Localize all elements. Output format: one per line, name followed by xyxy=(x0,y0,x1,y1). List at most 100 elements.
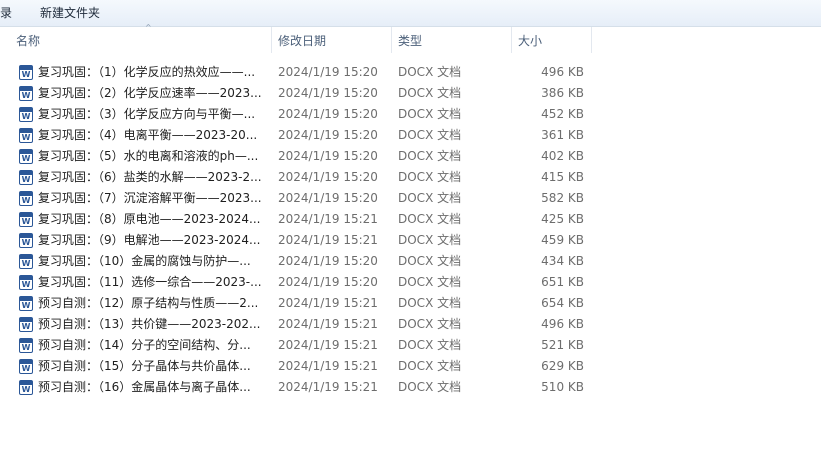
file-type: DOCX 文档 xyxy=(398,149,462,163)
file-name: 预习自测：（13）共价键——2023-202... xyxy=(38,317,261,331)
file-list: W 复习巩固：（1）化学反应的热效应——... 2024/1/19 15:20 DOC… xyxy=(0,62,821,398)
column-header-name[interactable]: 名称 ^ xyxy=(10,23,272,53)
file-row[interactable]: W 复习巩固：（10）金属的腐蚀与防护—... 2024/1/19 15:20 DOC… xyxy=(0,251,821,272)
file-type: DOCX 文档 xyxy=(398,359,462,373)
word-document-icon-letter: W xyxy=(21,133,31,142)
word-document-icon-letter: W xyxy=(21,196,31,205)
file-type: DOCX 文档 xyxy=(398,296,462,310)
word-document-icon: W xyxy=(19,170,33,185)
word-document-icon-letter: W xyxy=(21,217,31,226)
file-name: 复习巩固：（6）盐类的水解——2023-2... xyxy=(38,170,262,184)
word-document-icon-letter: W xyxy=(21,91,31,100)
file-size: 425 KB xyxy=(541,212,584,226)
word-document-icon-letter: W xyxy=(21,112,31,121)
word-document-icon: W xyxy=(19,149,33,164)
file-row[interactable]: W 预习自测：（14）分子的空间结构、分... 2024/1/19 15:21 DOC… xyxy=(0,335,821,356)
file-date: 2024/1/19 15:21 xyxy=(278,233,378,247)
word-document-icon: W xyxy=(19,275,33,290)
file-type: DOCX 文档 xyxy=(398,233,462,247)
word-document-icon: W xyxy=(19,254,33,269)
file-row[interactable]: W 复习巩固：（7）沉淀溶解平衡——2023... 2024/1/19 15:20 D… xyxy=(0,188,821,209)
word-document-icon: W xyxy=(19,107,33,122)
word-document-icon-letter: W xyxy=(21,364,31,373)
word-document-icon-letter: W xyxy=(21,280,31,289)
word-document-icon-letter: W xyxy=(21,343,31,352)
file-date: 2024/1/19 15:20 xyxy=(278,107,378,121)
file-size: 496 KB xyxy=(541,65,584,79)
word-document-icon: W xyxy=(19,65,33,80)
file-name: 复习巩固：（7）沉淀溶解平衡——2023... xyxy=(38,191,262,205)
file-row[interactable]: W 复习巩固：（6）盐类的水解——2023-2... 2024/1/19 15:20… xyxy=(0,167,821,188)
file-size: 629 KB xyxy=(541,359,584,373)
word-document-icon-letter: W xyxy=(21,70,31,79)
file-row[interactable]: W 预习自测：（13）共价键——2023-202... 2024/1/19 15:2… xyxy=(0,314,821,335)
file-size: 510 KB xyxy=(541,380,584,394)
file-row[interactable]: W 复习巩固：（5）水的电离和溶液的ph—... 2024/1/19 15:20 DO… xyxy=(0,146,821,167)
file-type: DOCX 文档 xyxy=(398,107,462,121)
file-name: 预习自测：（15）分子晶体与共价晶体... xyxy=(38,359,251,373)
file-row[interactable]: W 预习自测：（16）金属晶体与离子晶体... 2024/1/19 15:21 DOC… xyxy=(0,377,821,398)
column-header-type[interactable]: 类型 xyxy=(392,27,512,53)
file-name: 复习巩固：（1）化学反应的热效应——... xyxy=(38,65,256,79)
sort-ascending-icon: ^ xyxy=(145,23,152,32)
new-folder-button[interactable]: 新建文件夹 xyxy=(40,4,100,22)
column-header-date[interactable]: 修改日期 xyxy=(272,27,392,53)
file-name: 复习巩固：（10）金属的腐蚀与防护—... xyxy=(38,254,251,268)
file-row[interactable]: W 预习自测：（12）原子结构与性质——2... 2024/1/19 15:21 DO… xyxy=(0,293,821,314)
file-type: DOCX 文档 xyxy=(398,65,462,79)
file-type: DOCX 文档 xyxy=(398,191,462,205)
word-document-icon: W xyxy=(19,212,33,227)
file-date: 2024/1/19 15:21 xyxy=(278,317,378,331)
word-document-icon-letter: W xyxy=(21,301,31,310)
file-row[interactable]: W 复习巩固：（4）电离平衡——2023-20... 2024/1/19 15:20… xyxy=(0,125,821,146)
word-document-icon-letter: W xyxy=(21,238,31,247)
word-document-icon: W xyxy=(19,296,33,311)
column-header-size[interactable]: 大小 xyxy=(512,27,592,53)
word-document-icon: W xyxy=(19,359,33,374)
file-type: DOCX 文档 xyxy=(398,275,462,289)
file-row[interactable]: W 预习自测：（15）分子晶体与共价晶体... 2024/1/19 15:21 DOC… xyxy=(0,356,821,377)
file-name: 复习巩固：（4）电离平衡——2023-20... xyxy=(38,128,258,142)
file-size: 521 KB xyxy=(541,338,584,352)
file-type: DOCX 文档 xyxy=(398,212,462,226)
file-date: 2024/1/19 15:20 xyxy=(278,65,378,79)
file-row[interactable]: W 复习巩固：（9）电解池——2023-2024... 2024/1/19 15:2… xyxy=(0,230,821,251)
file-size: 452 KB xyxy=(541,107,584,121)
toolbar: 录 新建文件夹 xyxy=(0,0,821,27)
word-document-icon: W xyxy=(19,191,33,206)
column-header-size-label: 大小 xyxy=(518,34,543,48)
word-document-icon-letter: W xyxy=(21,385,31,394)
file-row[interactable]: W 复习巩固：（1）化学反应的热效应——... 2024/1/19 15:20 DOC… xyxy=(0,62,821,83)
file-row[interactable]: W 复习巩固：（8）原电池——2023-2024... 2024/1/19 15:2… xyxy=(0,209,821,230)
file-name: 预习自测：（16）金属晶体与离子晶体... xyxy=(38,380,251,394)
file-row[interactable]: W 复习巩固：（2）化学反应速率——2023... 2024/1/19 15:20 D… xyxy=(0,83,821,104)
burn-menu-item[interactable]: 录 xyxy=(0,4,12,22)
file-type: DOCX 文档 xyxy=(398,86,462,100)
file-date: 2024/1/19 15:20 xyxy=(278,170,378,184)
word-document-icon-letter: W xyxy=(21,175,31,184)
file-row[interactable]: W 复习巩固：（3）化学反应方向与平衡—... 2024/1/19 15:20 DOC… xyxy=(0,104,821,125)
column-header: 名称 ^ 修改日期 类型 大小 xyxy=(0,23,821,53)
file-type: DOCX 文档 xyxy=(398,170,462,184)
file-size: 434 KB xyxy=(541,254,584,268)
file-date: 2024/1/19 15:21 xyxy=(278,380,378,394)
word-document-icon-letter: W xyxy=(21,259,31,268)
file-date: 2024/1/19 15:20 xyxy=(278,191,378,205)
file-date: 2024/1/19 15:20 xyxy=(278,149,378,163)
file-type: DOCX 文档 xyxy=(398,254,462,268)
file-name: 复习巩固：（2）化学反应速率——2023... xyxy=(38,86,262,100)
file-name: 预习自测：（14）分子的空间结构、分... xyxy=(38,338,251,352)
file-size: 651 KB xyxy=(541,275,584,289)
file-date: 2024/1/19 15:20 xyxy=(278,86,378,100)
file-name: 复习巩固：（3）化学反应方向与平衡—... xyxy=(38,107,256,121)
file-size: 361 KB xyxy=(541,128,584,142)
word-document-icon: W xyxy=(19,380,33,395)
file-date: 2024/1/19 15:20 xyxy=(278,254,378,268)
word-document-icon: W xyxy=(19,86,33,101)
file-size: 386 KB xyxy=(541,86,584,100)
file-name: 预习自测：（12）原子结构与性质——2... xyxy=(38,296,259,310)
file-name: 复习巩固：（9）电解池——2023-2024... xyxy=(38,233,261,247)
file-type: DOCX 文档 xyxy=(398,380,462,394)
file-date: 2024/1/19 15:21 xyxy=(278,296,378,310)
file-row[interactable]: W 复习巩固：（11）选修一综合——2023-... 2024/1/19 15:20… xyxy=(0,272,821,293)
